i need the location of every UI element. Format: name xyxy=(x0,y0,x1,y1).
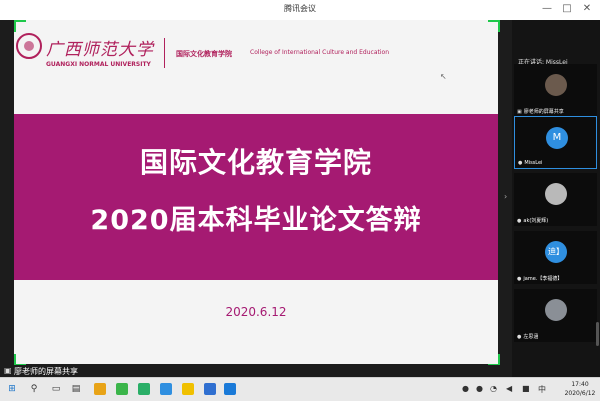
task-view-icon[interactable]: ▭ xyxy=(50,383,62,395)
close-button[interactable]: ✕ xyxy=(580,2,594,16)
mic-icon: ● xyxy=(517,218,522,224)
participant-tile[interactable]: ● ak(刘夏辉) xyxy=(514,173,597,226)
tencent-meeting-icon[interactable] xyxy=(224,383,236,395)
start-menu-icon[interactable]: ⊞ xyxy=(6,383,18,395)
input-language[interactable]: 中 xyxy=(538,384,546,395)
collapse-panel-icon[interactable]: › xyxy=(504,192,507,201)
app-icon[interactable] xyxy=(160,383,172,395)
participant-name-label: ● MissLei xyxy=(518,160,543,166)
participant-avatar xyxy=(545,183,567,205)
participant-tile[interactable]: 迪】 ● jame.【李福德】 xyxy=(514,231,597,284)
panel-scrollbar[interactable] xyxy=(596,322,599,346)
minimize-button[interactable]: — xyxy=(540,2,554,16)
windows-taskbar: ⊞ ⚲ ▭ ▤ ● ● ◔ ◀ ■ 中 17:40 2020/6/12 xyxy=(0,377,600,401)
participant-name-label: ● jame.【李福德】 xyxy=(517,276,563,282)
folder-icon[interactable] xyxy=(94,383,106,395)
clock-date: 2020/6/12 xyxy=(564,390,596,397)
share-frame-corner xyxy=(14,20,26,32)
file-explorer-icon[interactable]: ▤ xyxy=(70,383,82,395)
title-band xyxy=(14,114,498,280)
clock-time: 17:40 xyxy=(571,381,589,388)
screen-share-label: 廖老师的屏幕共享 xyxy=(14,367,78,376)
participant-avatar xyxy=(545,299,567,321)
slide-title-line2: 2020届本科毕业论文答辩 xyxy=(90,205,422,236)
participant-tile-active[interactable]: M ● MissLei xyxy=(514,116,597,169)
mouse-cursor-icon: ↖ xyxy=(440,72,447,81)
university-logo-text: 广西师范大学 xyxy=(46,40,154,60)
logo-divider xyxy=(164,38,165,68)
screen-share-icon: ▣ xyxy=(4,366,12,375)
participant-name-label: ▣ 廖老师的屏幕共享 xyxy=(517,109,564,115)
slide-title-line1: 国际文化教育学院 xyxy=(139,146,372,179)
app-icon[interactable] xyxy=(204,383,216,395)
window-title: 腾讯会议 xyxy=(284,4,316,13)
participant-avatar: 迪】 xyxy=(545,241,567,263)
college-name-en: College of International Culture and Edu… xyxy=(250,49,389,56)
window-titlebar: 腾讯会议 — □ ✕ xyxy=(0,0,600,21)
participant-avatar: M xyxy=(546,127,568,149)
network-icon[interactable]: ◔ xyxy=(490,384,497,393)
participant-name-label: ● ak(刘夏辉) xyxy=(517,218,549,224)
tray-app-icon[interactable]: ● xyxy=(462,384,469,393)
participant-avatar xyxy=(545,74,567,96)
university-logo-english: GUANGXI NORMAL UNIVERSITY xyxy=(46,61,151,68)
participant-name-label: ● 左思涵 xyxy=(517,334,539,340)
mic-icon: ● xyxy=(517,276,522,282)
participant-tile[interactable]: ● 左思涵 xyxy=(514,289,597,342)
browser-icon[interactable] xyxy=(116,383,128,395)
system-clock[interactable]: 17:40 2020/6/12 xyxy=(560,380,600,398)
participant-tile[interactable]: ▣ 廖老师的屏幕共享 xyxy=(514,64,597,117)
mic-icon: ● xyxy=(517,334,522,340)
search-icon[interactable]: ⚲ xyxy=(28,383,40,395)
wechat-icon[interactable] xyxy=(138,383,150,395)
mic-icon: ● xyxy=(518,160,523,166)
screen-share-icon: ▣ xyxy=(517,109,522,115)
app-icon[interactable] xyxy=(182,383,194,395)
screen-share-status: ▣ 廖老师的屏幕共享 xyxy=(0,365,512,377)
tray-app-icon[interactable]: ● xyxy=(476,384,483,393)
share-frame-corner xyxy=(488,20,500,32)
maximize-button[interactable]: □ xyxy=(560,2,574,16)
app-tray-icon[interactable]: ■ xyxy=(522,384,530,393)
college-name-cn: 国际文化教育学院 xyxy=(176,50,232,58)
volume-icon[interactable]: ◀ xyxy=(506,384,512,393)
slide-date: 2020.6.12 xyxy=(225,305,287,319)
university-seal-icon xyxy=(16,33,42,59)
